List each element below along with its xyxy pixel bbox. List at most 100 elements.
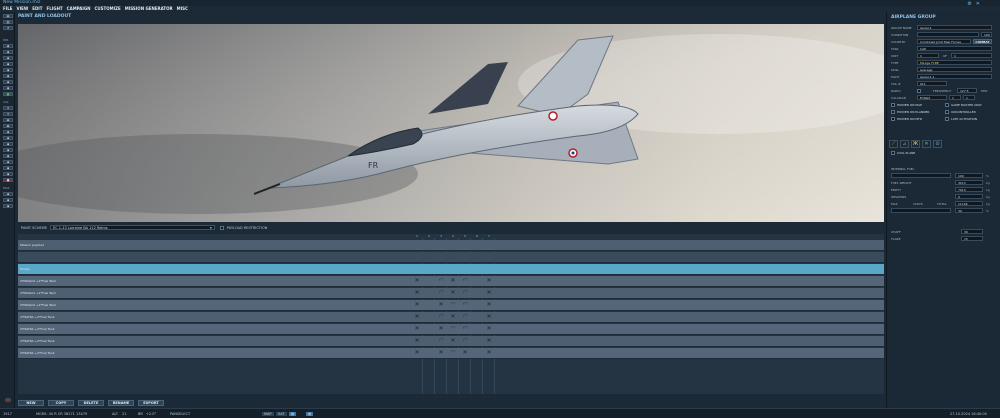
pylon-loaded-icon[interactable]: ◠ [461,326,469,333]
toolbar-tool-8-icon[interactable]: ▪ [3,86,13,90]
pylon-empty-icon[interactable]: ✕ [449,314,457,321]
toolbar-zone-icon[interactable]: ▪ [3,136,13,140]
toolbar-helo-icon[interactable]: ✈ [3,112,13,116]
pylon-empty-icon[interactable]: ✕ [413,278,421,285]
tab-route-icon[interactable]: ⟋ [889,140,898,148]
toolbar-tool-5-icon[interactable]: ▪ [3,68,13,72]
layer-icon[interactable]: ▦ [289,412,297,416]
pylon-loaded-icon[interactable]: ◠ [449,350,457,357]
type-select[interactable]: Mirage F1BE [917,60,992,65]
settings-icon[interactable]: ⚙ [967,1,971,7]
toolbar-tool-3-icon[interactable]: ▪ [3,56,13,60]
flare-input[interactable]: 15 [961,236,983,241]
table-row[interactable] [18,252,884,263]
toolbar-plane-icon[interactable]: ✈ [3,106,13,110]
pilot-input[interactable]: Aerial-1-1 [917,74,992,79]
pylon-empty-icon[interactable]: ✕ [485,338,493,345]
hidden-on-mfd-checkbox[interactable] [891,117,895,121]
menu-edit[interactable]: EDIT [32,6,42,12]
menu-flight[interactable]: FLIGHT [47,6,63,12]
toolbar-save-icon[interactable]: ▥ [3,20,13,24]
tab-summary-icon[interactable]: ⊙ [933,140,942,148]
toolbar-trigger-icon[interactable]: ▪ [3,142,13,146]
pylon-empty-icon[interactable]: ✕ [485,278,493,285]
pylon-loaded-icon[interactable]: ◠ [461,302,469,309]
toolbar-exit-icon[interactable] [5,398,11,402]
pylon-loaded-icon[interactable]: ◠ [437,338,445,345]
copy-button[interactable]: COPY [48,400,74,406]
country-select[interactable]: Combined Joint Task Forces [917,39,971,44]
export-button[interactable]: EXPORT [138,400,164,406]
rename-button[interactable]: RENAME [108,400,134,406]
close-icon[interactable]: ✕ [976,1,980,7]
civil-plane-checkbox[interactable] [891,151,895,155]
combat-button[interactable]: COMBAT [973,39,992,44]
pylon-loaded-icon[interactable]: ◠ [461,290,469,297]
skill-select[interactable]: Average [917,67,992,72]
toolbar-tool-1-icon[interactable]: ▪ [3,44,13,48]
fuel-percent-input[interactable]: 100 [955,173,983,178]
paint-scheme-select[interactable]: EC 1-13 Lorraine BA 112 Reims ▼ [50,225,215,230]
menu-view[interactable]: VIEW [17,6,29,12]
pylon-empty-icon[interactable]: ✕ [413,338,421,345]
callsign-number-input[interactable]: 1 [949,95,961,100]
toolbar-draw-icon[interactable]: ▪ [3,166,13,170]
callsign-select[interactable]: Enfield [917,95,947,100]
pylon-empty-icon[interactable]: ✕ [437,326,445,333]
chaff-input[interactable]: 30 [961,229,983,234]
pylon-empty-icon[interactable]: ✕ [485,302,493,309]
late-activation-checkbox[interactable] [945,117,949,121]
internal-fuel-slider[interactable] [891,173,951,178]
toolbar-vehicle-icon[interactable]: ▬ [3,124,13,128]
delete-button[interactable]: DELETE [78,400,104,406]
table-row[interactable]: 2*MATRA +2*Fuel Tank ✕ ◠ ✕ ◠ ✕ [18,312,884,323]
table-row[interactable]: 2*MATRA +2*Fuel Tank ✕ ◠ ✕ ◠ ✕ [18,336,884,347]
pylon-loaded-icon[interactable]: ◠ [461,278,469,285]
tab-loadout-icon[interactable]: Ж [911,140,920,148]
menu-campaign[interactable]: CAMPAIGN [67,6,91,12]
toolbar-tool-4-icon[interactable]: ▪ [3,62,13,66]
pylon-empty-icon[interactable]: ✕ [413,326,421,333]
pylon-empty-icon[interactable]: ✕ [485,290,493,297]
condition-slider[interactable] [917,32,979,37]
task-select[interactable]: CAP [917,46,992,51]
toolbar-tool-2-icon[interactable]: ▪ [3,50,13,54]
toolbar-nav-icon[interactable]: ▪ [3,148,13,152]
menu-mission-generator[interactable]: MISSION GENERATOR [125,6,173,12]
menu-customize[interactable]: CUSTOMIZE [94,6,120,12]
map-toggle-button[interactable]: MAP [262,412,274,416]
toolbar-open-icon[interactable]: ▤ [3,14,13,18]
pylon-empty-icon[interactable]: ✕ [449,278,457,285]
pylon-empty-icon[interactable]: ✕ [413,314,421,321]
pylon-empty-icon[interactable]: ✕ [449,338,457,345]
hidden-on-map-checkbox[interactable] [891,103,895,107]
toolbar-undo-icon[interactable]: ↺ [3,26,13,30]
new-button[interactable]: NEW [18,400,44,406]
pylon-loaded-icon[interactable]: ◠ [437,278,445,285]
toolbar-map-2-icon[interactable]: ▪ [3,198,13,202]
hidden-on-planner-checkbox[interactable] [891,110,895,114]
grid-icon[interactable]: ▦ [306,412,314,416]
table-row[interactable]: Empty [18,264,884,275]
pylon-empty-icon[interactable]: ✕ [437,302,445,309]
toolbar-tool-6-icon[interactable]: ▪ [3,74,13,78]
pylon-loaded-icon[interactable]: ◠ [461,338,469,345]
pylon-loaded-icon[interactable]: ◠ [449,326,457,333]
sat-toggle-button[interactable]: SAT [276,412,287,416]
uncontrolled-checkbox[interactable] [945,110,949,114]
toolbar-static-icon[interactable]: ▪ [3,130,13,134]
game-master-only-checkbox[interactable] [945,103,949,107]
pylon-empty-icon[interactable]: ✕ [437,350,445,357]
toolbar-globe-icon[interactable]: ◍ [3,92,13,96]
pylon-empty-icon[interactable]: ✕ [485,350,493,357]
toolbar-ship-icon[interactable]: ▬ [3,118,13,122]
table-row[interactable]: 2*MATRA +2*Fuel Tank ✕ ✕ ◠ ✕ ✕ [18,348,884,359]
radio-checkbox[interactable] [917,89,921,93]
toolbar-tool-7-icon[interactable]: ▪ [3,80,13,84]
unit-input[interactable]: 1 [917,53,939,58]
table-row[interactable]: 2*MATRA +2*Fuel Tank ✕ ✕ ◠ ◠ ✕ [18,324,884,335]
toolbar-record-icon[interactable]: ● [3,178,13,182]
tab-payload-icon[interactable]: ✕ [922,140,931,148]
pylon-empty-icon[interactable]: ✕ [461,350,469,357]
pylon-empty-icon[interactable]: ✕ [413,290,421,297]
